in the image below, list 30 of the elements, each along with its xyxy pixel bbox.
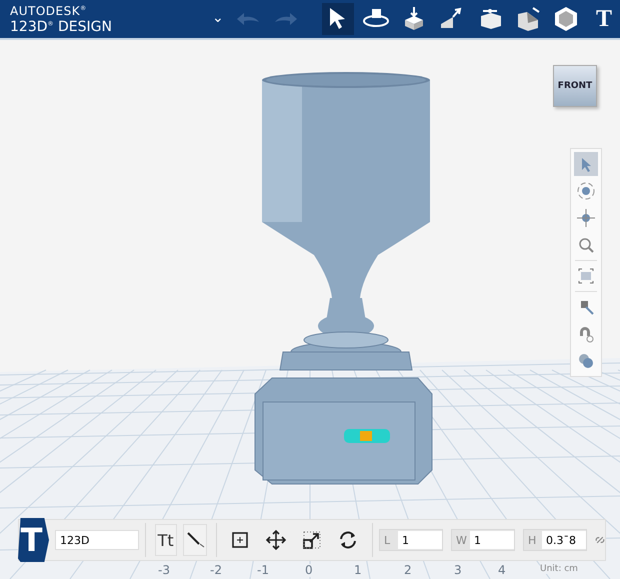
pan-icon (576, 208, 596, 228)
fit-frame-icon (576, 266, 596, 286)
ruler-label: -1 (255, 564, 271, 577)
app-name: 123D$^{®}$ DESIGN (10, 20, 113, 34)
move-arrows-icon (265, 529, 288, 551)
scale-icon (301, 529, 324, 551)
undo-arrow-icon (237, 13, 259, 25)
ruler-label: 3 (452, 564, 464, 577)
font-button[interactable]: Tt (154, 524, 177, 556)
ruler-label: 1 (352, 564, 364, 577)
spheres-icon (576, 351, 596, 371)
select-tool-button[interactable] (322, 3, 354, 35)
brand-name: AUTODESK$^{®}$ (10, 4, 88, 16)
text-tool-badge: T (18, 518, 50, 562)
orbit-icon (576, 181, 596, 201)
view-cube[interactable]: FRONT (553, 65, 597, 107)
ruler-label: -3 (156, 564, 172, 577)
ruler-label: 0 (303, 564, 315, 577)
text-tool-button[interactable]: T (588, 3, 620, 35)
dimension-field[interactable]: L 1 (379, 529, 444, 551)
app-menu-caret[interactable]: ⌄ (212, 9, 224, 25)
ruler-label: 4 (496, 564, 508, 577)
pan-nav-button[interactable] (574, 206, 598, 230)
dimension-field[interactable]: H 0.3ˉ8 (523, 529, 588, 551)
dimension-field[interactable]: W 1 (451, 529, 516, 551)
ruler-label: -2 (208, 564, 224, 577)
text-input-field[interactable]: 123D (55, 530, 140, 550)
unit-label: Unit: cm (540, 564, 578, 574)
redo-arrow-icon (275, 13, 297, 25)
text-path-button[interactable] (182, 524, 207, 556)
